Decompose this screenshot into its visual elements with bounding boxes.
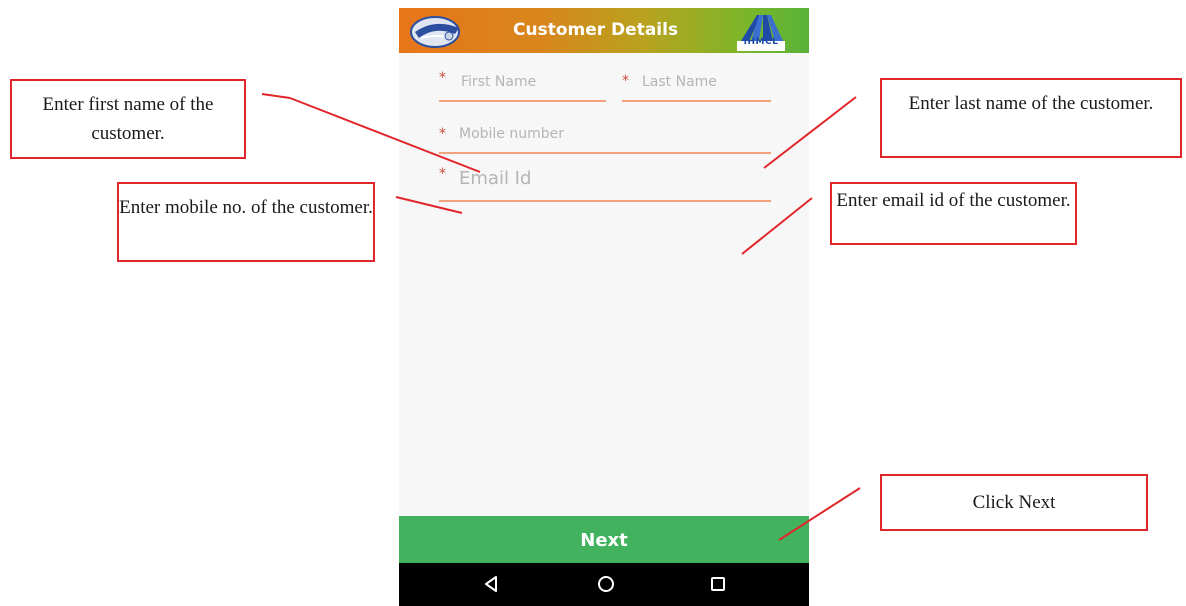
first-name-callout: Enter first name of the customer. — [10, 79, 246, 159]
first-name-field[interactable]: * First Name — [439, 68, 606, 102]
first-name-underline — [439, 100, 606, 102]
last-name-callout: Enter last name of the customer. — [880, 78, 1182, 158]
android-navigation-bar — [399, 563, 809, 606]
next-button-label: Next — [580, 530, 628, 551]
phone-screen: Customer Details IHMCL * First Name * La… — [399, 8, 809, 606]
first-name-connector — [261, 93, 291, 99]
email-id-placeholder: Email Id — [459, 168, 532, 189]
page-title: Customer Details — [513, 20, 679, 40]
last-name-field[interactable]: * Last Name — [622, 68, 771, 102]
mobile-number-placeholder: Mobile number — [459, 126, 565, 142]
mobile-number-underline — [439, 152, 771, 154]
mobile-callout: Enter mobile no. of the customer. — [117, 182, 375, 262]
email-id-underline — [439, 200, 771, 202]
triangle-back-icon[interactable] — [479, 572, 503, 596]
square-recents-icon[interactable] — [706, 572, 730, 596]
next-button[interactable]: Next — [399, 516, 809, 563]
required-star: * — [622, 73, 629, 89]
required-star: * — [439, 166, 446, 182]
mobile-number-field[interactable]: * Mobile number — [439, 120, 771, 154]
required-star: * — [439, 70, 446, 86]
email-callout: Enter email id of the customer. — [830, 182, 1077, 245]
required-star: * — [439, 126, 446, 142]
highway-logo-text: IHMCL — [743, 37, 779, 47]
email-id-field[interactable]: * Email Id — [439, 164, 771, 202]
last-name-underline — [622, 100, 771, 102]
last-name-placeholder: Last Name — [642, 74, 717, 90]
toll-logo-icon — [410, 16, 460, 48]
app-header: Customer Details IHMCL — [399, 8, 809, 53]
first-name-placeholder: First Name — [461, 74, 537, 90]
circle-home-icon[interactable] — [594, 572, 618, 596]
next-callout: Click Next — [880, 474, 1148, 531]
